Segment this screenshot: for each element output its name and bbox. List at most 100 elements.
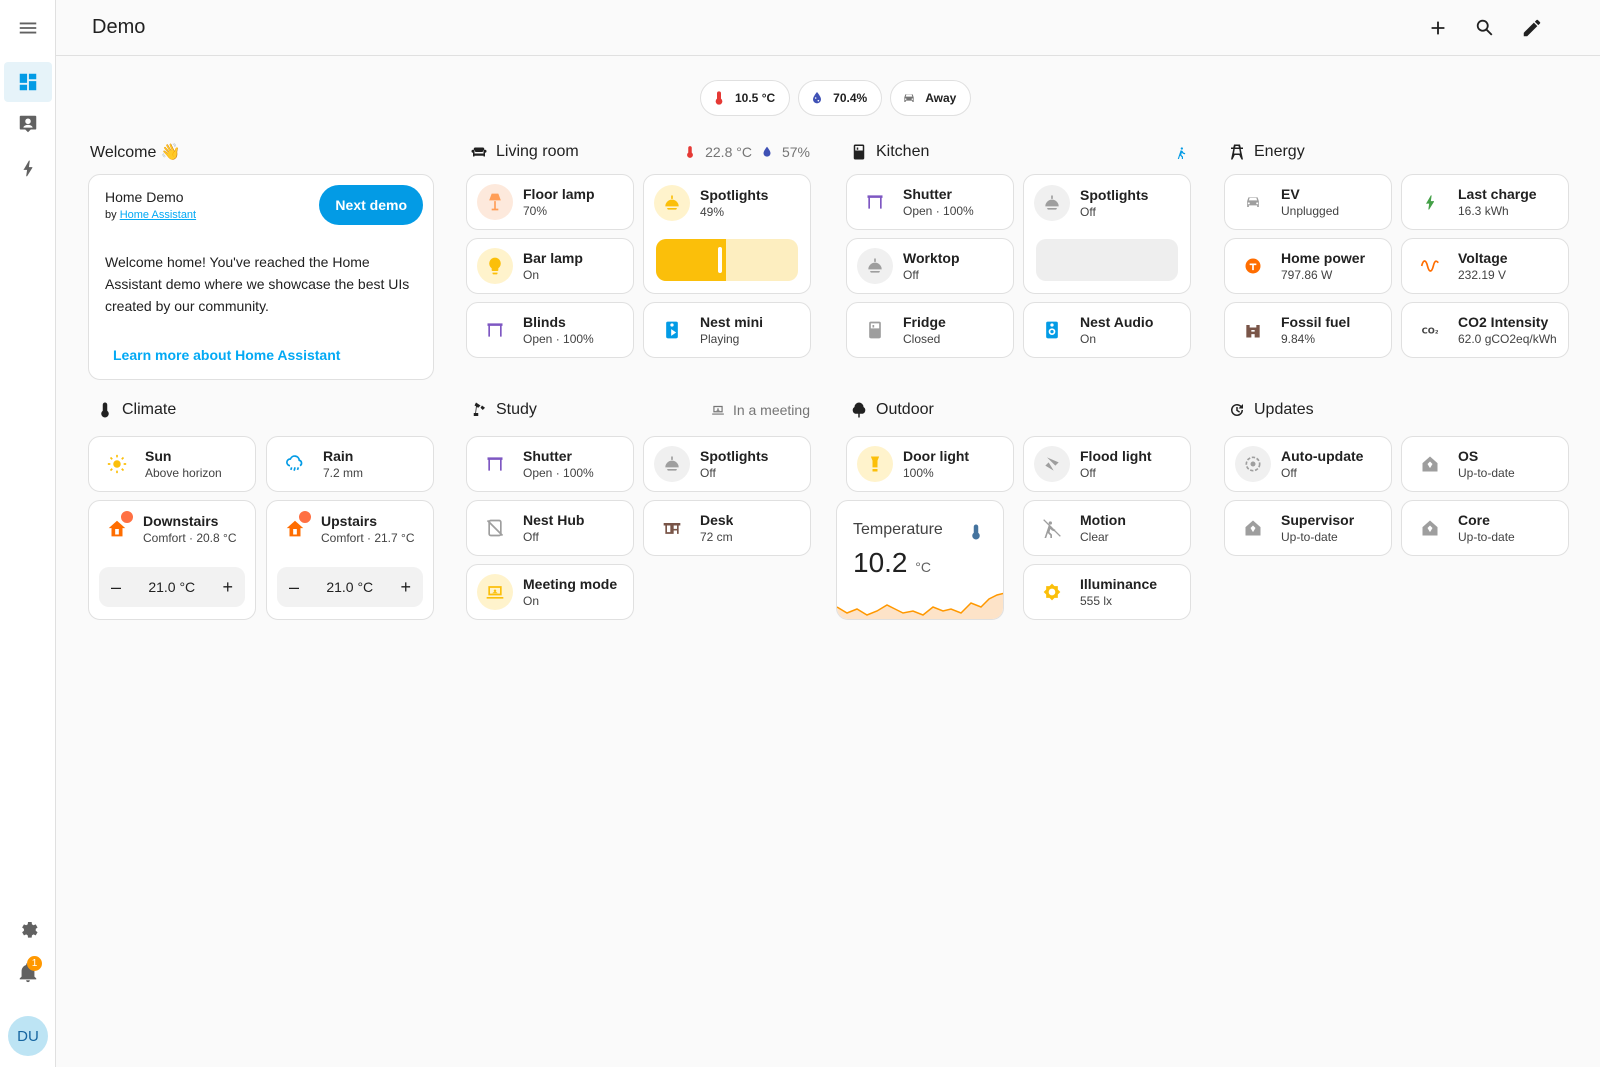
tile-bar-lamp[interactable]: Bar lamp On [466,238,634,294]
increase-temperature-button[interactable]: + [400,577,411,598]
outdoor-temperature-card[interactable]: Temperature 10.2 °C [836,500,1004,620]
add-button[interactable] [1418,8,1458,48]
weather-rainy-icon[interactable] [277,446,313,482]
blinds-open-icon[interactable] [477,312,513,348]
outside-humidity-badge[interactable]: 70.4% [798,80,883,116]
home-thermometer-icon[interactable] [277,509,313,547]
tile-nest-audio[interactable]: Nest Audio On [1023,302,1191,358]
tile-study-spotlights[interactable]: Spotlights Off [643,436,811,492]
tile-voltage[interactable]: Voltage 232.19 V [1401,238,1569,294]
home-assistant-link[interactable]: Home Assistant [120,209,196,221]
tile-rain[interactable]: Rain 7.2 mm [266,436,434,492]
tile-co2-intensity[interactable]: CO₂ CO2 Intensity 62.0 gCO2eq/kWh [1401,302,1569,358]
tile-state: 7.2 mm [323,466,364,480]
tile-home-power[interactable]: Home power 797.86 W [1224,238,1392,294]
autorenew-off-icon[interactable] [1235,446,1271,482]
tile-meeting-mode[interactable]: Meeting mode On [466,564,634,620]
ceiling-light-icon[interactable] [1034,185,1070,221]
factory-icon[interactable] [1235,312,1271,348]
brightness-slider-thumb[interactable] [717,247,722,273]
weather-sunny-icon[interactable] [99,446,135,482]
brightness-icon[interactable] [1034,574,1070,610]
tile-state: Playing [700,332,740,346]
tile-ev[interactable]: EV Unplugged [1224,174,1392,230]
tile-fossil-fuel[interactable]: Fossil fuel 9.84% [1224,302,1392,358]
tile-blinds[interactable]: Blinds Open · 100% [466,302,634,358]
floor-lamp-icon[interactable] [477,184,513,220]
tile-worktop[interactable]: Worktop Off [846,238,1014,294]
decrease-temperature-button[interactable]: – [111,577,121,598]
tile-desk[interactable]: Desk 72 cm [643,500,811,556]
tile-name: Upstairs [321,513,378,529]
thermostat-upstairs[interactable]: Upstairs Comfort · 21.7 °C – 21.0 °C + [266,500,434,620]
tile-door-light[interactable]: Door light 100% [846,436,1014,492]
motion-sensor-off-icon[interactable] [1034,510,1070,546]
tile-auto-update[interactable]: Auto-update Off [1224,436,1392,492]
sidebar-item-logbook[interactable] [4,104,52,144]
tile-sun[interactable]: Sun Above horizon [88,436,256,492]
tile-core[interactable]: Core Up-to-date [1401,500,1569,556]
tile-illuminance[interactable]: Illuminance 555 lx [1023,564,1191,620]
section-header: Updates [1228,398,1568,422]
spotlight-beam-icon[interactable] [1034,446,1070,482]
tile-living-spotlights[interactable]: Spotlights 49% [643,174,811,294]
tile-state: On [523,594,540,608]
thermometer-icon [687,146,694,158]
next-demo-button[interactable]: Next demo [319,185,423,225]
increase-temperature-button[interactable]: + [222,577,233,598]
home-lightning-icon[interactable] [1235,248,1271,284]
speaker-icon[interactable] [1034,312,1070,348]
tile-study-shutter[interactable]: Shutter Open · 100% [466,436,634,492]
tile-os[interactable]: OS Up-to-date [1401,436,1569,492]
section-title: Climate [122,401,177,418]
tile-fridge[interactable]: Fridge Closed [846,302,1014,358]
sidebar-item-notifications[interactable]: 1 [4,952,52,992]
notification-count-badge: 1 [27,956,42,971]
lightbulb-icon[interactable] [477,248,513,284]
laptop-account-icon[interactable] [477,574,513,610]
outside-temperature-badge[interactable]: 10.5 °C [700,80,791,116]
tile-kitchen-shutter[interactable]: Shutter Open · 100% [846,174,1014,230]
sine-wave-icon[interactable] [1412,248,1448,284]
decrease-temperature-button[interactable]: – [289,577,299,598]
ceiling-light-icon[interactable] [654,185,690,221]
learn-more-link[interactable]: Learn more about Home Assistant [113,347,340,363]
home-assistant-icon[interactable] [1412,446,1448,482]
home-assistant-icon[interactable] [1412,510,1448,546]
fridge-icon[interactable] [857,312,893,348]
tile-nest-mini[interactable]: Nest mini Playing [643,302,811,358]
speaker-off-icon[interactable] [477,510,513,546]
speaker-play-icon[interactable] [654,312,690,348]
molecule-co2-icon[interactable]: CO₂ [1412,312,1448,348]
tile-supervisor[interactable]: Supervisor Up-to-date [1224,500,1392,556]
thermostat-downstairs[interactable]: Downstairs Comfort · 20.8 °C – 21.0 °C + [88,500,256,620]
car-location-badge[interactable]: Away [890,80,972,116]
brightness-slider[interactable] [1036,239,1178,281]
sidebar-item-energy[interactable] [4,148,52,188]
window-shutter-open-icon[interactable] [477,446,513,482]
tile-flood-light[interactable]: Flood light Off [1023,436,1191,492]
tile-floor-lamp[interactable]: Floor lamp 70% [466,174,634,230]
tile-last-charge[interactable]: Last charge 16.3 kWh [1401,174,1569,230]
menu-button[interactable] [4,8,52,48]
tile-motion[interactable]: Motion Clear [1023,500,1191,556]
user-avatar[interactable]: DU [8,1016,48,1056]
tile-name: Nest Audio [1080,314,1154,330]
brightness-slider[interactable] [656,239,798,281]
window-shutter-open-icon[interactable] [857,184,893,220]
tile-kitchen-spotlights[interactable]: Spotlights Off [1023,174,1191,294]
desk-icon[interactable] [654,510,690,546]
ceiling-light-icon[interactable] [654,446,690,482]
sensor-value-unit: °C [915,559,931,575]
tile-nest-hub[interactable]: Nest Hub Off [466,500,634,556]
sidebar-item-overview[interactable] [4,62,52,102]
home-assistant-icon[interactable] [1235,510,1271,546]
search-button[interactable] [1465,8,1505,48]
sidebar-item-settings[interactable] [4,908,52,948]
car-icon[interactable] [1235,184,1271,220]
lightning-bolt-icon[interactable] [1412,184,1448,220]
edit-dashboard-button[interactable] [1512,8,1552,48]
outdoor-lamp-icon[interactable] [857,446,893,482]
home-thermometer-icon[interactable] [99,509,135,547]
ceiling-light-icon[interactable] [857,248,893,284]
